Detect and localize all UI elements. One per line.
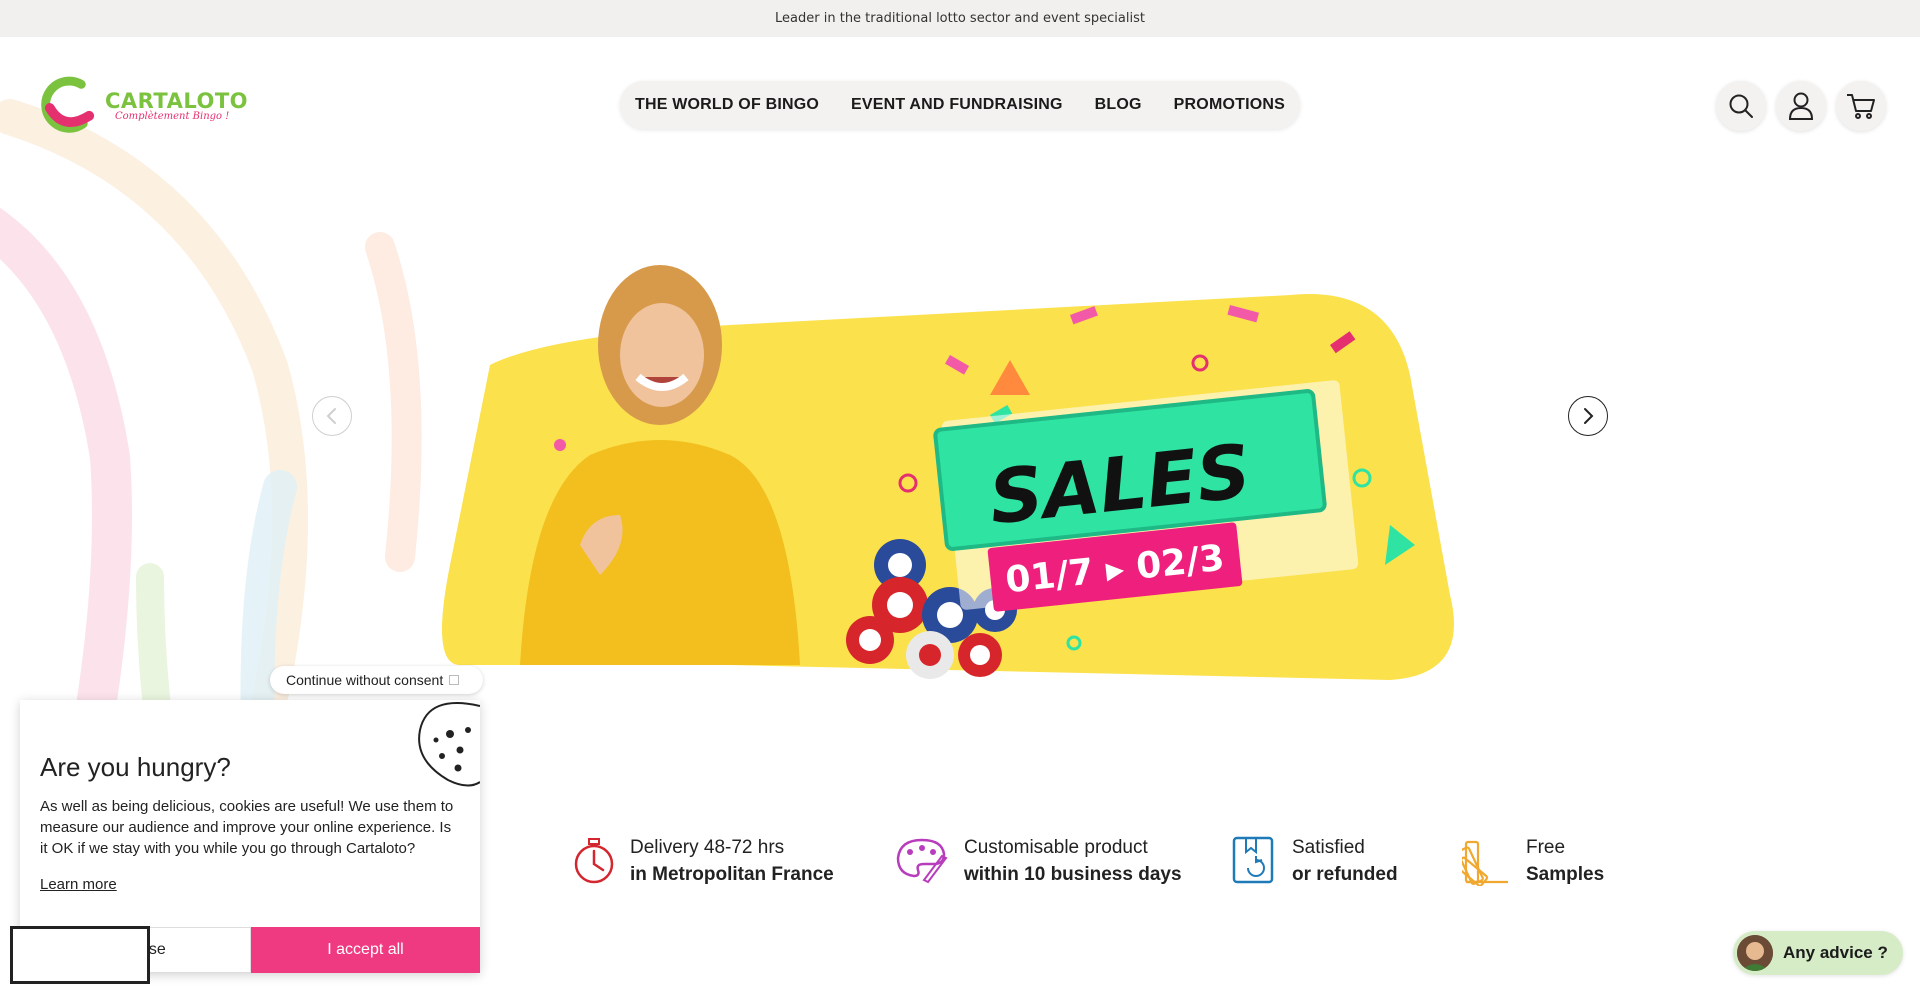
- refund-book-icon: [1232, 836, 1274, 884]
- sales-banner-image: SALES 01/7 ▸ 02/3: [442, 265, 1454, 680]
- feature-samples-line1: Free: [1526, 837, 1566, 858]
- logo[interactable]: CARTALOTO Complètement Bingo !: [38, 73, 248, 137]
- feature-delivery-line1: Delivery 48-72 hrs: [630, 837, 785, 858]
- learn-more-link[interactable]: Learn more: [40, 876, 117, 893]
- chevron-left-icon: [326, 408, 336, 424]
- avatar: [1737, 935, 1773, 971]
- logo-mark-icon: [41, 76, 95, 133]
- feature-samples-line2: Samples: [1526, 864, 1605, 885]
- corner-widget[interactable]: [10, 926, 150, 984]
- nav-world-of-bingo[interactable]: THE WORLD OF BINGO: [635, 96, 819, 114]
- nav-promotions[interactable]: PROMOTIONS: [1174, 96, 1285, 114]
- cookie-title: Are you hungry?: [40, 752, 231, 782]
- search-icon: [1729, 94, 1753, 118]
- feature-delivery-line2: in Metropolitan France: [630, 864, 834, 885]
- logo-tagline: Complètement Bingo !: [115, 110, 230, 122]
- continue-without-consent-button[interactable]: Continue without consent: [270, 666, 484, 694]
- feature-customisable: Customisable product within 10 business …: [894, 834, 1182, 888]
- continue-without-consent-label: Continue without consent: [286, 672, 444, 688]
- cart-icon: [1847, 94, 1875, 119]
- header-actions: [1716, 81, 1886, 131]
- main-nav: THE WORLD OF BINGO EVENT AND FUNDRAISING…: [620, 81, 1300, 129]
- slider-next-button[interactable]: [1568, 396, 1608, 436]
- stopwatch-icon: [574, 838, 614, 884]
- hero-banner[interactable]: SALES 01/7 ▸ 02/3: [430, 235, 1460, 695]
- feature-refund: Satisfied or refunded: [1230, 834, 1398, 888]
- account-button[interactable]: [1776, 81, 1826, 131]
- slider-prev-button[interactable]: [312, 396, 352, 436]
- cart-button[interactable]: [1836, 81, 1886, 131]
- logo-name: CARTALOTO: [105, 88, 248, 113]
- any-advice-button[interactable]: Any advice ?: [1733, 931, 1903, 975]
- feature-refund-line1: Satisfied: [1292, 837, 1365, 858]
- feature-delivery: Delivery 48-72 hrs in Metropolitan Franc…: [572, 834, 834, 888]
- close-icon: [449, 675, 460, 685]
- feature-customisable-line1: Customisable product: [964, 837, 1148, 858]
- feature-refund-line2: or refunded: [1292, 864, 1398, 885]
- cookie-icon: [418, 702, 480, 787]
- search-button[interactable]: [1716, 81, 1766, 131]
- announcement-text: Leader in the traditional lotto sector a…: [775, 11, 1145, 26]
- nav-blog[interactable]: BLOG: [1095, 96, 1142, 114]
- accept-all-button[interactable]: I accept all: [251, 927, 480, 973]
- advisor-avatar-icon: [1737, 935, 1773, 971]
- any-advice-label: Any advice ?: [1783, 943, 1888, 962]
- account-icon: [1788, 92, 1814, 120]
- feature-samples: Free Samples: [1462, 834, 1604, 888]
- announcement-bar: Leader in the traditional lotto sector a…: [0, 0, 1920, 37]
- chevron-right-icon: [1584, 408, 1594, 424]
- swatches-icon: [1462, 840, 1508, 886]
- feature-customisable-line2: within 10 business days: [964, 864, 1182, 885]
- cookie-body: As well as being delicious, cookies are …: [40, 798, 454, 857]
- palette-icon: [896, 838, 948, 884]
- site-header: CARTALOTO Complètement Bingo ! THE WORLD…: [0, 37, 1920, 171]
- nav-event-fundraising[interactable]: EVENT AND FUNDRAISING: [851, 96, 1063, 114]
